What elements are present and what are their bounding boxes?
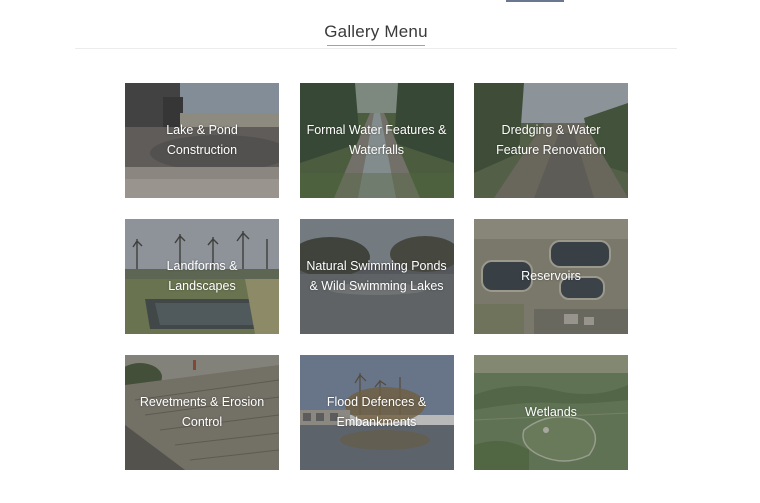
tile-label: Revetments & Erosion Control — [129, 355, 275, 470]
tile-label-line2: Feature Renovation — [496, 142, 606, 157]
gallery-tile-natural-swimming-ponds[interactable]: Natural Swimming Ponds & Wild Swimming La… — [299, 219, 454, 334]
gallery-tile-dredging-renovation[interactable]: Dredging & Water Feature Renovation — [474, 83, 628, 198]
gallery-tile-landforms-landscapes[interactable]: Landforms & Landscapes — [125, 219, 279, 334]
gallery-grid: Lake & Pond Construction Formal Water Fea… — [125, 83, 628, 470]
gallery-tile-reservoirs[interactable]: Reservoirs — [474, 219, 628, 334]
tile-label-line1: Formal Water Features & — [306, 123, 447, 137]
page-title: Gallery Menu — [324, 22, 428, 41]
tile-label-line2: Embankments — [336, 414, 417, 429]
tile-label: Lake & Pond Construction — [129, 83, 275, 198]
gallery-tile-wetlands[interactable]: Wetlands — [474, 355, 628, 470]
tile-label-line1: Revetments & Erosion — [139, 395, 265, 409]
tile-label-line1: Landforms & — [166, 259, 238, 273]
tile-label-line1: Lake & Pond — [166, 123, 238, 137]
gallery-tile-formal-water-features[interactable]: Formal Water Features & Waterfalls — [299, 83, 454, 198]
tile-label: Natural Swimming Ponds & Wild Swimming La… — [304, 219, 450, 334]
tile-label-line1: Wetlands — [525, 404, 577, 419]
tile-label: Formal Water Features & Waterfalls — [304, 83, 450, 198]
gallery-tile-lake-pond-construction[interactable]: Lake & Pond Construction — [125, 83, 279, 198]
tile-label-line2: Construction — [166, 142, 238, 157]
tile-label-line1: Flood Defences & — [326, 395, 427, 409]
tile-label: Reservoirs — [478, 219, 624, 334]
tile-label-line2: Control — [181, 414, 223, 429]
tile-label: Wetlands — [478, 355, 624, 470]
gallery-tile-flood-defences[interactable]: Flood Defences & Embankments — [299, 355, 454, 470]
gallery-header: Gallery Menu — [75, 0, 677, 49]
gallery-page: Gallery Menu Lake & Pond Construction Fo… — [0, 0, 760, 503]
tile-label: Flood Defences & Embankments — [304, 355, 450, 470]
tile-label-line1: Reservoirs — [521, 268, 581, 283]
tile-label: Landforms & Landscapes — [129, 219, 275, 334]
title-underline — [327, 45, 425, 46]
tile-label: Dredging & Water Feature Renovation — [478, 83, 624, 198]
tile-label-line2: & Wild Swimming Lakes — [309, 278, 444, 293]
tile-label-line2: Landscapes — [168, 278, 236, 293]
tile-label-line1: Dredging & Water — [501, 123, 601, 137]
gallery-tile-revetments-erosion-control[interactable]: Revetments & Erosion Control — [125, 355, 279, 470]
tile-label-line2: Waterfalls — [348, 142, 405, 157]
tile-label-line1: Natural Swimming Ponds — [306, 259, 447, 273]
